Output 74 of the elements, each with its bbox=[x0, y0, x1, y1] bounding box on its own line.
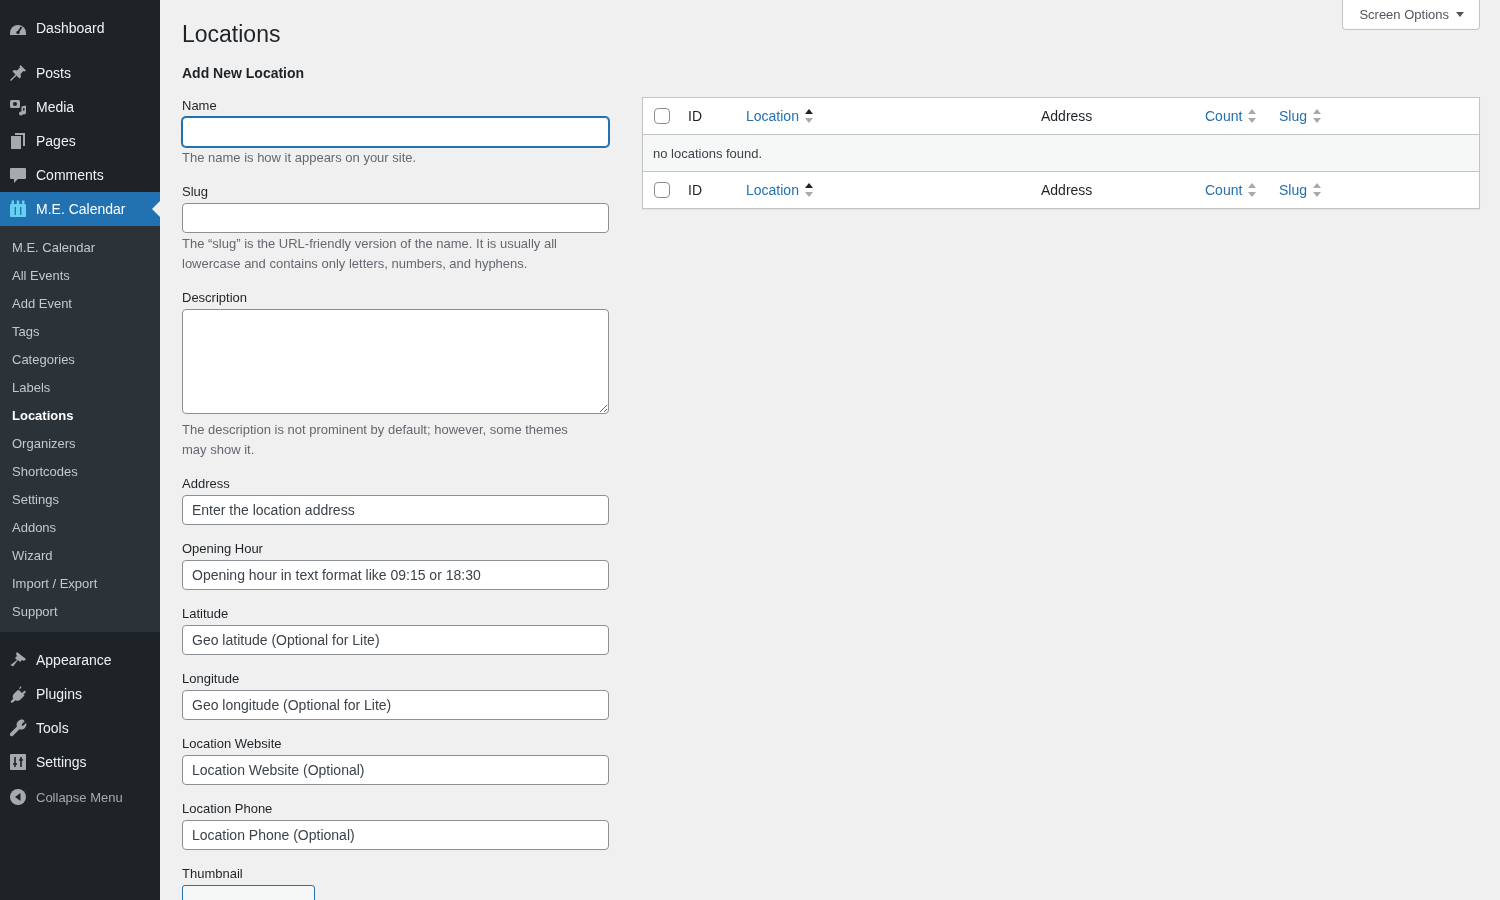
field-label: Location Website bbox=[182, 735, 283, 753]
speech-bubble-icon bbox=[8, 165, 28, 185]
input-field[interactable] bbox=[182, 117, 609, 147]
menu-item[interactable]: Dashboard bbox=[0, 11, 160, 45]
field-label: Location Phone bbox=[182, 800, 274, 818]
submenu-item[interactable]: Wizard bbox=[0, 541, 160, 569]
column-header: Address bbox=[1041, 108, 1093, 124]
field-label: Longitude bbox=[182, 670, 241, 688]
plug-icon bbox=[8, 684, 28, 704]
input-field[interactable]: Opening hour in text format like 09:15 or 18:30 bbox=[182, 560, 609, 590]
calendar-icon bbox=[8, 199, 28, 219]
submenu-item[interactable]: M.E. Calendar bbox=[0, 233, 160, 261]
left-arrow-circle-icon bbox=[8, 787, 28, 807]
pointer-triangle-icon bbox=[152, 201, 160, 217]
submenu-item[interactable]: Support bbox=[0, 597, 160, 625]
field-label: Opening Hour bbox=[182, 540, 264, 558]
input-field[interactable]: Enter the location address bbox=[182, 495, 609, 525]
checkbox[interactable] bbox=[654, 182, 670, 198]
submenu-item[interactable]: All Events bbox=[0, 261, 160, 289]
menu-item[interactable]: Comments bbox=[0, 158, 160, 192]
wrench-icon bbox=[8, 718, 28, 738]
column-header: ID bbox=[688, 182, 702, 198]
column-sort-link[interactable]: Count bbox=[1205, 182, 1257, 198]
textarea-field[interactable] bbox=[182, 309, 609, 414]
column-header: ID bbox=[688, 108, 702, 124]
submenu-item[interactable]: Add Event bbox=[0, 289, 160, 317]
field-description: The “slug” is the URL-friendly version of the name. It is usually all lowercase and contains only letters, numbers, and hyphens. bbox=[182, 235, 558, 273]
input-field[interactable] bbox=[182, 203, 609, 233]
menu-item[interactable]: Appearance bbox=[0, 643, 160, 677]
field-label: Latitude bbox=[182, 605, 230, 623]
menu-item[interactable]: Tools bbox=[0, 711, 160, 745]
column-sort-link[interactable]: Location bbox=[746, 182, 813, 198]
menu-item[interactable]: Plugins bbox=[0, 677, 160, 711]
menu-item[interactable]: Settings bbox=[0, 745, 160, 779]
screen-options-button[interactable]: Screen Options bbox=[1342, 0, 1480, 30]
submenu-item[interactable]: Locations bbox=[0, 401, 160, 429]
column-sort-link[interactable]: Location bbox=[746, 108, 813, 124]
input-field[interactable]: Location Website (Optional) bbox=[182, 755, 609, 785]
column-sort-link[interactable]: Slug bbox=[1279, 108, 1322, 124]
collapse-menu-button[interactable]: Collapse Menu bbox=[0, 780, 160, 814]
page-title: Locations bbox=[182, 20, 281, 49]
caret-icon bbox=[1456, 12, 1464, 17]
pushpin-icon bbox=[8, 63, 28, 83]
submenu-item[interactable]: Settings bbox=[0, 485, 160, 513]
field-label: Description bbox=[182, 289, 249, 307]
submenu-item[interactable]: Tags bbox=[0, 317, 160, 345]
empty-message: no locations found. bbox=[643, 135, 1479, 171]
submenu-item[interactable]: Organizers bbox=[0, 429, 160, 457]
input-field[interactable]: Geo latitude (Optional for Lite) bbox=[182, 625, 609, 655]
menu-item[interactable]: Posts bbox=[0, 56, 160, 90]
field-label: Slug bbox=[182, 183, 210, 201]
column-sort-link[interactable]: Count bbox=[1205, 108, 1257, 124]
field-label: Thumbnail bbox=[182, 865, 244, 883]
field-description: The description is not prominent by default; however, some themes may show it. bbox=[182, 421, 569, 459]
submenu-item[interactable]: Labels bbox=[0, 373, 160, 401]
column-sort-link[interactable]: Slug bbox=[1279, 182, 1322, 198]
sliders-icon bbox=[8, 752, 28, 772]
submenu-item[interactable]: Shortcodes bbox=[0, 457, 160, 485]
input-field[interactable]: Geo longitude (Optional for Lite) bbox=[182, 690, 609, 720]
submenu-item[interactable]: Addons bbox=[0, 513, 160, 541]
field-label: Name bbox=[182, 97, 218, 115]
form-heading: Add New Location bbox=[182, 64, 306, 83]
menu-item[interactable]: Media bbox=[0, 90, 160, 124]
pages-icon bbox=[8, 131, 28, 151]
submenu-item[interactable]: Import / Export bbox=[0, 569, 160, 597]
field-description: The name is how it appears on your site. bbox=[182, 149, 418, 167]
checkbox[interactable] bbox=[654, 108, 670, 124]
menu-item[interactable]: M.E. Calendar bbox=[0, 192, 160, 226]
menu-item[interactable]: Pages bbox=[0, 124, 160, 158]
input-field[interactable]: Location Phone (Optional) bbox=[182, 820, 609, 850]
column-header: Address bbox=[1041, 182, 1093, 198]
field-label: Address bbox=[182, 475, 231, 493]
submenu-item[interactable]: Categories bbox=[0, 345, 160, 373]
camera-note-icon bbox=[8, 97, 28, 117]
